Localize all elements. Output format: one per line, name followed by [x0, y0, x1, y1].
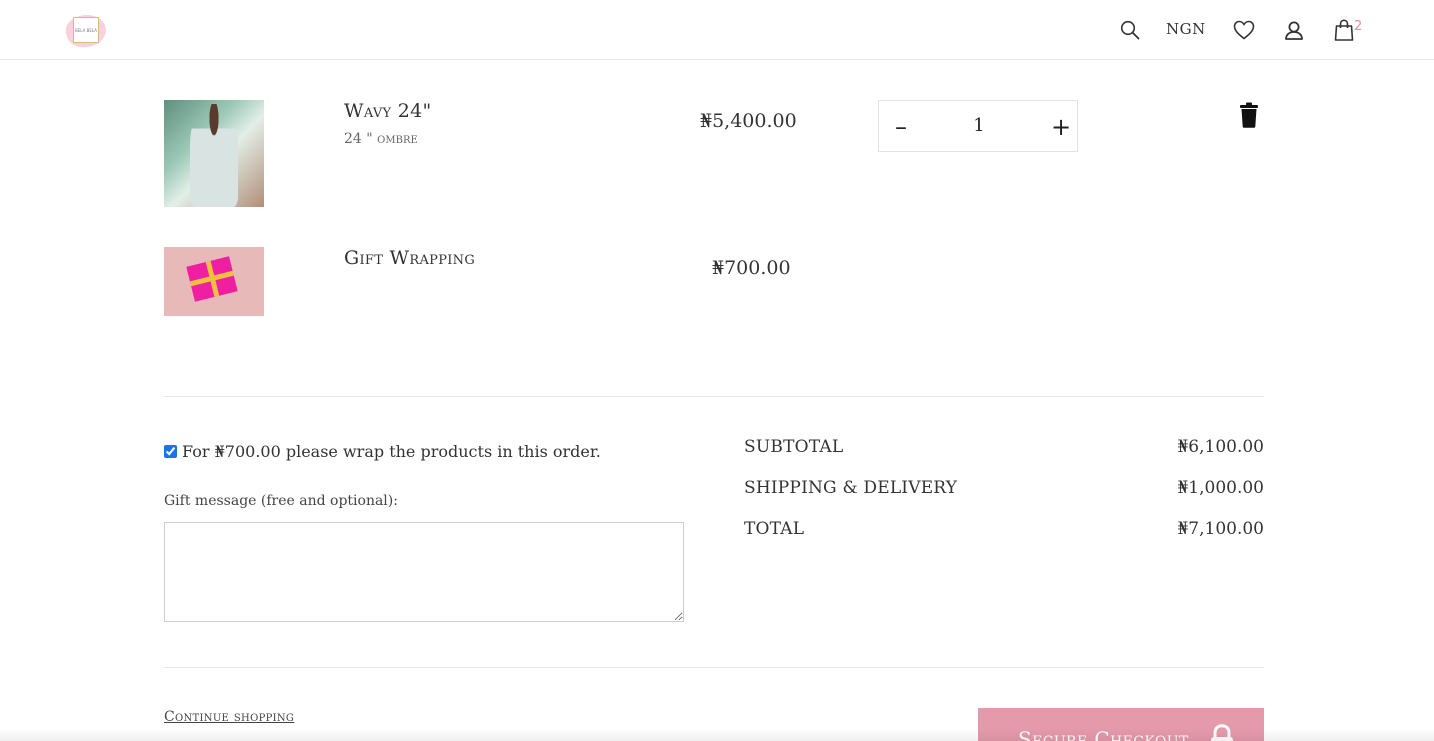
product-variant: 24 " ombre — [344, 131, 418, 147]
product-price: ₦5,400.00 — [700, 110, 797, 132]
gift-message-textarea[interactable] — [164, 522, 684, 622]
trash-icon[interactable] — [1238, 102, 1260, 128]
gift-wrap-label[interactable]: For ₦700.00 please wrap the products in … — [182, 442, 601, 461]
quantity-stepper: – 1 + — [878, 100, 1078, 152]
shipping-label: SHIPPING & DELIVERY — [744, 478, 958, 498]
product-price: ₦700.00 — [712, 257, 791, 279]
continue-shopping-link[interactable]: Continue shopping — [164, 709, 294, 725]
gift-wrap-checkbox[interactable] — [164, 445, 177, 458]
product-image-wavy[interactable] — [164, 100, 264, 207]
site-header: BELA BELA NGN 2 — [0, 0, 1434, 60]
user-icon[interactable] — [1282, 17, 1306, 43]
product-name[interactable]: Gift Wrapping — [344, 247, 475, 269]
section-divider — [164, 396, 1264, 397]
subtotal-value: ₦6,100.00 — [1177, 437, 1264, 457]
currency-selector[interactable]: NGN — [1166, 20, 1206, 38]
total-label: TOTAL — [744, 519, 805, 539]
model-figure — [190, 104, 238, 207]
decrease-quantity-button[interactable]: – — [887, 113, 915, 141]
bag-icon[interactable] — [1332, 17, 1356, 43]
lock-icon — [1210, 724, 1234, 741]
quantity-value[interactable]: 1 — [955, 115, 1003, 136]
increase-quantity-button[interactable]: + — [1047, 113, 1075, 141]
product-image-gift-wrapping[interactable] — [164, 247, 264, 316]
logo-text: BELA BELA — [73, 17, 99, 43]
heart-icon[interactable] — [1232, 17, 1256, 43]
search-icon[interactable] — [1118, 17, 1142, 43]
subtotal-label: SUBTOTAL — [744, 437, 844, 457]
product-name[interactable]: Wavy 24" — [344, 100, 432, 122]
section-divider — [164, 667, 1264, 668]
store-logo[interactable]: BELA BELA — [63, 11, 109, 51]
gift-box-shape — [186, 256, 238, 302]
gift-message-label: Gift message (free and optional): — [164, 493, 398, 509]
cart-count-badge[interactable]: 2 — [1354, 19, 1362, 34]
shipping-value: ₦1,000.00 — [1177, 478, 1264, 498]
checkout-label: Secure Checkout — [1018, 727, 1189, 741]
secure-checkout-button[interactable]: Secure Checkout — [978, 708, 1264, 741]
total-value: ₦7,100.00 — [1177, 519, 1264, 539]
